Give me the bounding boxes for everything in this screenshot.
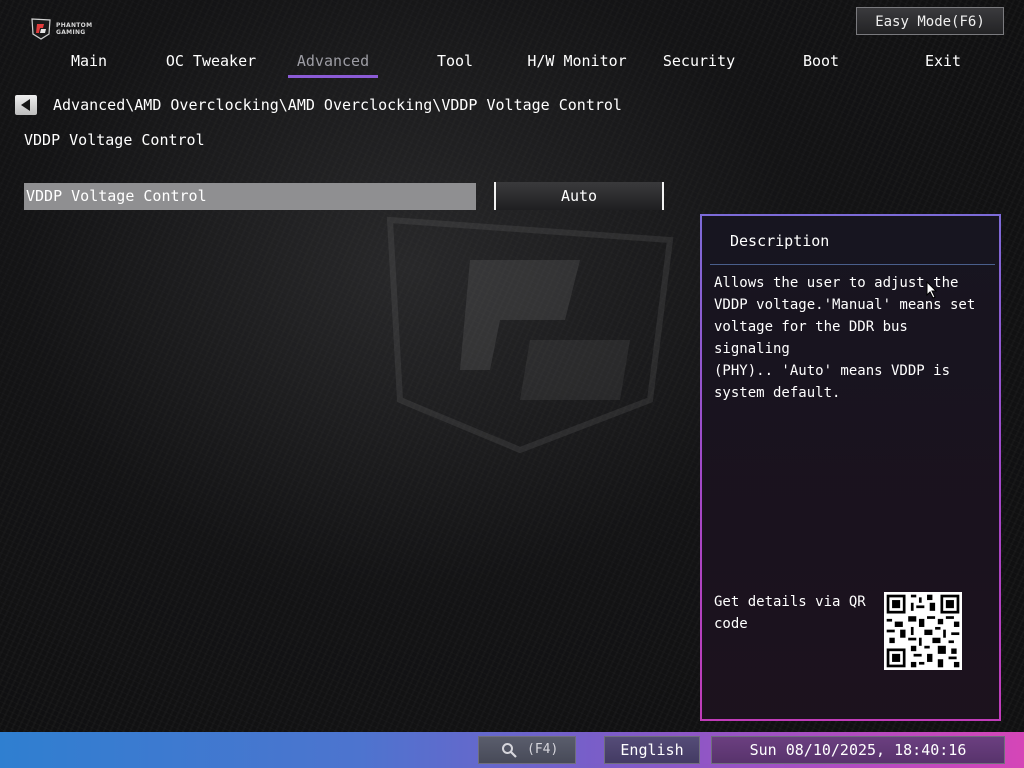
search-button[interactable]: (F4) xyxy=(478,736,576,764)
brand-wordmark-line1: PHANTOM xyxy=(56,22,93,29)
tab-boot[interactable]: Boot xyxy=(760,48,882,78)
setting-value-vddp-voltage-control[interactable]: Auto xyxy=(494,182,664,210)
description-divider xyxy=(710,264,995,265)
phantom-gaming-logo-icon xyxy=(31,18,51,40)
bios-screen: PHANTOM GAMING Easy Mode(F6) Main OC Twe… xyxy=(0,0,1024,768)
tab-tool[interactable]: Tool xyxy=(394,48,516,78)
tab-security[interactable]: Security xyxy=(638,48,760,78)
breadcrumb: Advanced\AMD Overclocking\AMD Overclocki… xyxy=(53,96,622,114)
tab-oc-tweaker[interactable]: OC Tweaker xyxy=(150,48,272,78)
language-button[interactable]: English xyxy=(604,736,700,764)
main-nav: Main OC Tweaker Advanced Tool H/W Monito… xyxy=(28,48,1008,80)
tab-hw-monitor[interactable]: H/W Monitor xyxy=(516,48,638,78)
page-title: VDDP Voltage Control xyxy=(24,131,205,149)
tab-exit[interactable]: Exit xyxy=(882,48,1004,78)
description-title: Description xyxy=(730,232,830,250)
qr-code-label: Get details via QR code xyxy=(714,594,866,632)
mouse-cursor-icon xyxy=(926,281,938,299)
tab-main[interactable]: Main xyxy=(28,48,150,78)
brand-wordmark: PHANTOM GAMING xyxy=(56,22,92,36)
date-time-display[interactable]: Sun 08/10/2025, 18:40:16 xyxy=(711,736,1005,764)
qr-code-icon xyxy=(884,592,962,670)
back-arrow-icon[interactable] xyxy=(15,95,37,115)
easy-mode-button[interactable]: Easy Mode(F6) xyxy=(856,7,1004,35)
description-panel: Description Allows the user to adjust th… xyxy=(700,214,1001,721)
tab-advanced[interactable]: Advanced xyxy=(272,48,394,78)
phantom-gaming-watermark-icon xyxy=(386,216,674,454)
search-icon xyxy=(502,743,517,758)
brand-logo: PHANTOM GAMING xyxy=(30,16,106,42)
bottom-status-bar: (F4) English Sun 08/10/2025, 18:40:16 xyxy=(0,732,1024,768)
brand-wordmark-line2: GAMING xyxy=(56,29,86,36)
setting-label-vddp-voltage-control[interactable]: VDDP Voltage Control xyxy=(24,183,476,210)
search-shortcut-key: (F4) xyxy=(527,742,559,757)
description-text: Allows the user to adjust the VDDP volta… xyxy=(714,275,976,401)
